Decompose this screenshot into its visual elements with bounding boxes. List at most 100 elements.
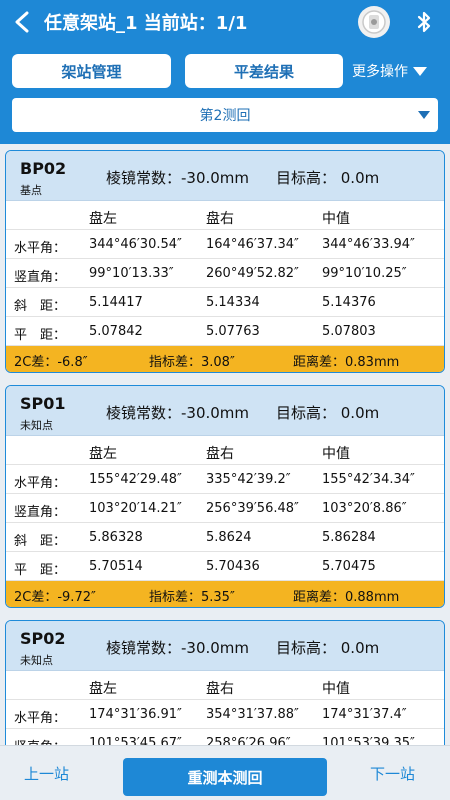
table-row: 水平角： 174°31′36.91″ 354°31′37.88″ 174°31′…	[6, 700, 444, 729]
more-actions-label: 更多操作	[352, 64, 408, 80]
col-mean: 中值	[322, 681, 350, 697]
value-right: 354°31′37.88″	[206, 707, 299, 722]
value-right: 256°39′56.48″	[206, 501, 299, 516]
value-mean: 155°42′34.34″	[322, 472, 415, 487]
col-face-right: 盘右	[206, 446, 234, 462]
value-left: 103°20′14.21″	[89, 501, 182, 516]
bluetooth-icon	[417, 11, 431, 33]
table-header: 盘左 盘右 中值	[6, 671, 444, 700]
card-summary: 2C差：-6.8″ 指标差：3.08″ 距离差：0.83mm	[6, 346, 444, 372]
row-label: 水平角：	[14, 711, 67, 726]
previous-station-button[interactable]: 上一站	[24, 763, 69, 784]
card-header: BP02 基点 棱镜常数：-30.0mm 目标高： 0.0m	[6, 151, 444, 201]
value-mean: 99°10′10.25″	[322, 266, 407, 281]
row-label: 水平角：	[14, 241, 67, 256]
value-mean: 344°46′33.94″	[322, 237, 415, 252]
row-label: 竖直角：	[14, 270, 67, 285]
table-row: 斜 距： 5.86328 5.8624 5.86284	[6, 523, 444, 552]
value-left: 5.70514	[89, 559, 143, 574]
distance-diff: 距离差：0.83mm	[293, 355, 400, 370]
row-label: 竖直角：	[14, 505, 67, 520]
col-face-right: 盘右	[206, 681, 234, 697]
value-left: 5.14417	[89, 295, 143, 310]
col-mean: 中值	[322, 211, 350, 227]
point-type: 未知点	[20, 419, 53, 432]
value-mean: 5.14376	[322, 295, 376, 310]
bottom-bar: 上一站 重测本测回 下一站	[0, 745, 450, 800]
device-button[interactable]	[358, 6, 390, 38]
col-face-left: 盘左	[89, 446, 117, 462]
col-face-right: 盘右	[206, 211, 234, 227]
row-label: 平 距：	[14, 328, 67, 343]
table-row: 平 距： 5.07842 5.07763 5.07803	[6, 317, 444, 346]
value-right: 5.70436	[206, 559, 260, 574]
target-height: 目标高： 0.0m	[276, 169, 380, 187]
top-bar: 任意架站_1 当前站：1/1	[0, 0, 450, 44]
card-header: SP01 未知点 棱镜常数：-30.0mm 目标高： 0.0m	[6, 386, 444, 436]
target-height: 目标高： 0.0m	[276, 639, 380, 657]
collimation-2c-diff: 2C差：-9.72″	[14, 590, 96, 605]
value-right: 164°46′37.34″	[206, 237, 299, 252]
point-type: 未知点	[20, 654, 53, 667]
table-row: 平 距： 5.70514 5.70436 5.70475	[6, 552, 444, 581]
total-station-icon	[362, 10, 386, 34]
card-summary: 2C差：-9.72″ 指标差：5.35″ 距离差：0.88mm	[6, 581, 444, 607]
value-right: 335°42′39.2″	[206, 472, 291, 487]
value-mean: 5.86284	[322, 530, 376, 545]
collimation-2c-diff: 2C差：-6.8″	[14, 355, 88, 370]
value-right: 5.14334	[206, 295, 260, 310]
index-error: 指标差：5.35″	[149, 590, 235, 605]
round-select[interactable]: 第2测回	[12, 98, 438, 132]
table-row: 水平角： 344°46′30.54″ 164°46′37.34″ 344°46′…	[6, 230, 444, 259]
table-header: 盘左 盘右 中值	[6, 436, 444, 465]
value-mean: 174°31′37.4″	[322, 707, 407, 722]
value-left: 5.86328	[89, 530, 143, 545]
point-name: BP02	[20, 159, 67, 178]
point-card-sp02: SP02 未知点 棱镜常数：-30.0mm 目标高： 0.0m 盘左 盘右 中值…	[5, 620, 445, 745]
value-left: 99°10′13.33″	[89, 266, 174, 281]
dropdown-caret-icon	[418, 111, 430, 119]
point-card-sp01: SP01 未知点 棱镜常数：-30.0mm 目标高： 0.0m 盘左 盘右 中值…	[5, 385, 445, 608]
col-face-left: 盘左	[89, 681, 117, 697]
card-header: SP02 未知点 棱镜常数：-30.0mm 目标高： 0.0m	[6, 621, 444, 671]
point-card-bp02: BP02 基点 棱镜常数：-30.0mm 目标高： 0.0m 盘左 盘右 中值 …	[5, 150, 445, 373]
next-station-button[interactable]: 下一站	[370, 763, 415, 784]
observation-list[interactable]: BP02 基点 棱镜常数：-30.0mm 目标高： 0.0m 盘左 盘右 中值 …	[0, 144, 450, 745]
value-right: 258°6′26.96″	[206, 736, 291, 745]
row-label: 水平角：	[14, 476, 67, 491]
table-row: 斜 距： 5.14417 5.14334 5.14376	[6, 288, 444, 317]
value-mean: 101°53′39.35″	[322, 736, 415, 745]
point-name: SP01	[20, 394, 66, 413]
row-label: 斜 距：	[14, 299, 67, 314]
target-height: 目标高： 0.0m	[276, 404, 380, 422]
back-button[interactable]	[0, 0, 44, 44]
value-left: 174°31′36.91″	[89, 707, 182, 722]
adjustment-result-button[interactable]: 平差结果	[185, 54, 343, 88]
prism-constant: 棱镜常数：-30.0mm	[106, 639, 250, 657]
value-left: 155°42′29.48″	[89, 472, 182, 487]
point-type: 基点	[20, 184, 42, 197]
value-mean: 103°20′8.86″	[322, 501, 407, 516]
value-right: 5.07763	[206, 324, 260, 339]
value-mean: 5.07803	[322, 324, 376, 339]
round-select-value: 第2测回	[199, 108, 251, 124]
station-management-button[interactable]: 架站管理	[12, 54, 171, 88]
col-face-left: 盘左	[89, 211, 117, 227]
action-panel: 架站管理 平差结果 更多操作 第2测回	[0, 44, 450, 144]
distance-diff: 距离差：0.88mm	[293, 590, 400, 605]
retest-round-button[interactable]: 重测本测回	[123, 758, 327, 796]
table-row: 水平角： 155°42′29.48″ 335°42′39.2″ 155°42′3…	[6, 465, 444, 494]
table-row: 竖直角： 101°53′45.67″ 258°6′26.96″ 101°53′3…	[6, 729, 444, 745]
prism-constant: 棱镜常数：-30.0mm	[106, 404, 250, 422]
table-row: 竖直角： 103°20′14.21″ 256°39′56.48″ 103°20′…	[6, 494, 444, 523]
index-error: 指标差：3.08″	[149, 355, 235, 370]
row-label: 平 距：	[14, 563, 67, 578]
row-label: 竖直角：	[14, 736, 66, 745]
row-label: 斜 距：	[14, 534, 67, 549]
more-actions-button[interactable]: 更多操作	[352, 54, 427, 88]
value-left: 101°53′45.67″	[89, 736, 182, 745]
value-left: 5.07842	[89, 324, 143, 339]
prism-constant: 棱镜常数：-30.0mm	[106, 169, 250, 187]
bluetooth-button[interactable]	[412, 10, 436, 34]
table-row: 竖直角： 99°10′13.33″ 260°49′52.82″ 99°10′10…	[6, 259, 444, 288]
